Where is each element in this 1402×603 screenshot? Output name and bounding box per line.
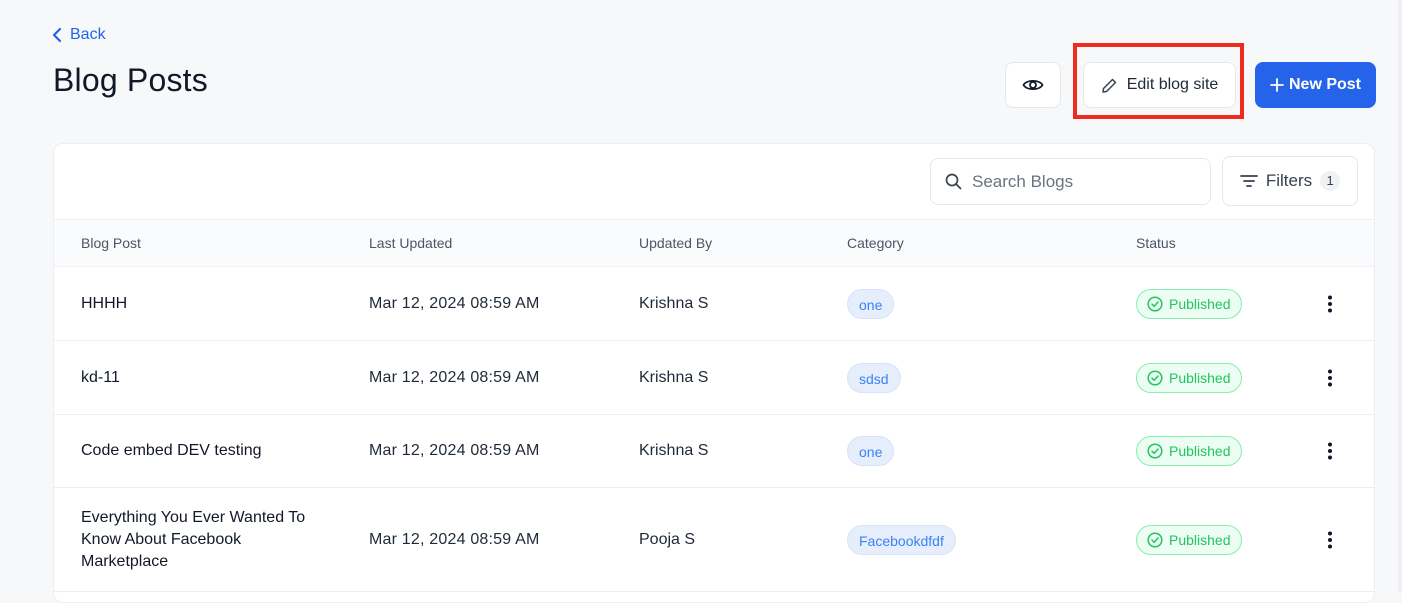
highlight-annotation: [1073, 43, 1244, 119]
table-header: Blog Post Last Updated Updated By Catego…: [54, 219, 1374, 267]
preview-button[interactable]: [1005, 62, 1061, 108]
new-post-label: New Post: [1288, 76, 1361, 93]
column-header-status[interactable]: Status: [1136, 220, 1176, 266]
post-title[interactable]: kd-11: [81, 341, 120, 414]
post-title[interactable]: Everything You Ever Wanted To Know About…: [81, 488, 311, 591]
blog-posts-card: Filters 1 Blog Post Last Updated Updated…: [53, 143, 1375, 603]
category-chip: one: [847, 288, 895, 319]
plus-icon: [1270, 78, 1284, 92]
eye-icon: [1022, 79, 1044, 91]
more-vertical-icon: [1328, 442, 1332, 460]
column-header-category[interactable]: Category: [847, 220, 904, 266]
table-row[interactable]: Code embed DEV testing Mar 12, 2024 08:5…: [54, 415, 1374, 488]
edge-divider: [1398, 0, 1402, 592]
search-input[interactable]: [970, 170, 1194, 193]
column-header-updated-by[interactable]: Updated By: [639, 220, 712, 266]
search-box[interactable]: [930, 158, 1211, 205]
row-actions-button[interactable]: [1318, 415, 1342, 487]
more-vertical-icon: [1328, 295, 1332, 312]
search-icon: [945, 173, 962, 190]
new-post-button[interactable]: New Post: [1255, 62, 1376, 108]
updated-by: Krishna S: [639, 368, 709, 386]
status-badge: Published: [1136, 524, 1242, 555]
row-actions-button[interactable]: [1318, 341, 1342, 414]
status-label: Published: [1169, 443, 1231, 459]
back-link[interactable]: Back: [52, 24, 106, 46]
category-chip: sdsd: [847, 362, 901, 393]
last-updated: Mar 12, 2024 08:59 AM: [369, 368, 540, 386]
status-label: Published: [1169, 531, 1231, 548]
post-title[interactable]: HHHH: [81, 267, 127, 340]
last-updated: Mar 12, 2024 08:59 AM: [369, 442, 540, 459]
status-label: Published: [1169, 369, 1231, 386]
status-badge: Published: [1136, 436, 1242, 466]
column-header-last-updated[interactable]: Last Updated: [369, 220, 452, 266]
table-row[interactable]: HHHH Mar 12, 2024 08:59 AM Krishna S one…: [54, 267, 1374, 341]
filter-icon: [1239, 175, 1258, 187]
updated-by: Pooja S: [639, 530, 696, 548]
updated-by: Krishna S: [639, 294, 709, 312]
more-vertical-icon: [1328, 369, 1332, 386]
status-badge: Published: [1136, 362, 1242, 393]
filters-button[interactable]: Filters 1: [1222, 156, 1358, 206]
post-title[interactable]: Code embed DEV testing: [81, 415, 262, 487]
status-badge: Published: [1136, 288, 1242, 319]
back-label: Back: [70, 26, 106, 43]
chevron-left-icon: [52, 27, 62, 43]
check-circle-icon: [1147, 295, 1163, 312]
page-title: Blog Posts: [53, 62, 208, 98]
filters-count-badge: 1: [1320, 171, 1341, 191]
row-actions-button[interactable]: [1318, 267, 1342, 340]
column-header-blog-post[interactable]: Blog Post: [81, 220, 141, 266]
check-circle-icon: [1147, 443, 1163, 459]
updated-by: Krishna S: [639, 442, 709, 459]
more-vertical-icon: [1328, 531, 1332, 548]
row-actions-button[interactable]: [1318, 488, 1342, 591]
check-circle-icon: [1147, 369, 1163, 386]
category-chip: Facebookdfdf: [847, 524, 956, 555]
status-label: Published: [1169, 295, 1231, 312]
filters-label: Filters: [1265, 171, 1313, 190]
category-chip: one: [847, 436, 895, 466]
check-circle-icon: [1147, 531, 1163, 548]
last-updated: Mar 12, 2024 08:59 AM: [369, 294, 540, 312]
last-updated: Mar 12, 2024 08:59 AM: [369, 530, 540, 548]
table-row[interactable]: Everything You Ever Wanted To Know About…: [54, 488, 1374, 592]
table-row[interactable]: kd-11 Mar 12, 2024 08:59 AM Krishna S sd…: [54, 341, 1374, 415]
